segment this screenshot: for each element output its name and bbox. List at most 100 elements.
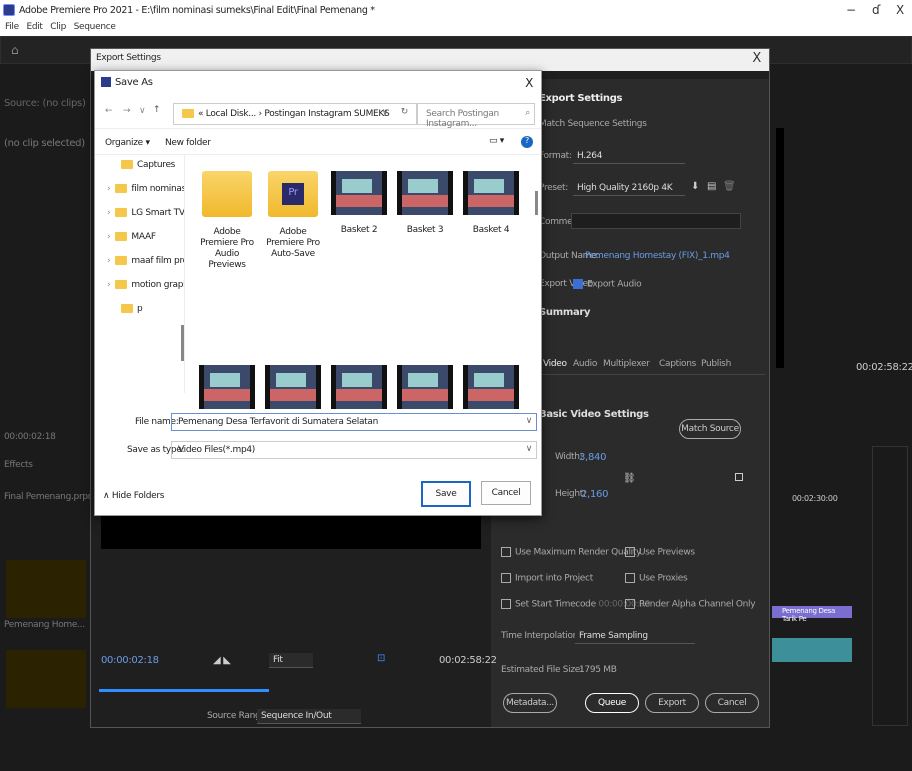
source-range-dropdown[interactable]: Sequence In/Out [257, 709, 361, 724]
tree-item-maaf[interactable]: › MAAF [95, 227, 184, 251]
tree-item-film-nominasi[interactable]: › film nominasi [95, 179, 184, 203]
menu-file[interactable]: File [5, 22, 19, 32]
height-value[interactable]: 2,160 [581, 489, 608, 500]
metadata-button[interactable]: Metadata... [503, 693, 557, 713]
chevron-up-icon: ∧ [103, 491, 112, 501]
history-chevron-icon[interactable]: ∨ [139, 106, 146, 116]
file-name-chevron-icon[interactable]: ∨ [526, 416, 533, 426]
new-folder-button[interactable]: New folder [165, 138, 211, 148]
safe-margins-icon[interactable]: ⊡ [377, 653, 385, 664]
match-sequence-checkbox[interactable]: Match Sequence Settings [539, 119, 647, 129]
match-source-button[interactable]: Match Source [679, 419, 741, 439]
video-item[interactable] [397, 365, 453, 419]
interpolation-dropdown[interactable]: Frame Sampling [575, 629, 695, 644]
width-value[interactable]: 3,840 [579, 452, 606, 463]
timeline-video-clip[interactable] [772, 638, 852, 662]
menu-clip[interactable]: Clip [50, 22, 66, 32]
up-icon[interactable]: ↑ [153, 105, 161, 115]
cancel-button[interactable]: Cancel [481, 481, 531, 505]
address-chevron-icon[interactable]: ∨ [382, 108, 389, 118]
preset-dropdown[interactable]: High Quality 2160p 4K [573, 181, 685, 196]
save-preset-icon[interactable]: ⬇ [691, 181, 699, 192]
effects-tab[interactable]: Effects [4, 460, 33, 470]
save-type-chevron-icon[interactable]: ∨ [526, 444, 533, 454]
tree-item-maaf-film[interactable]: › maaf film proc [95, 251, 184, 275]
video-item[interactable]: Basket 4 [463, 171, 519, 236]
folder-item[interactable]: Pr Adobe Premiere Pro Auto-Save [265, 171, 321, 260]
save-button[interactable]: Save [421, 481, 471, 507]
out-timecode: 00:02:58:22 [439, 655, 497, 666]
import-project-check[interactable] [501, 573, 511, 583]
export-tabs: Video Audio Multiplexer Captions Publish [535, 359, 765, 375]
view-options-icon[interactable]: ▭ ▾ [489, 136, 504, 146]
save-as-close-button[interactable]: X [525, 76, 533, 90]
close-button[interactable]: X [896, 3, 904, 17]
clip-thumbnail-2[interactable] [6, 650, 86, 708]
cancel-export-button[interactable]: Cancel [705, 693, 759, 713]
project-item[interactable]: Final Pemenang.prproj [4, 492, 99, 502]
search-box[interactable]: Search Postingan Instagram... ⌕ [417, 103, 535, 129]
minimize-button[interactable]: − [846, 3, 856, 17]
use-previews-check[interactable] [625, 547, 635, 557]
tree-item-p[interactable]: p [95, 299, 184, 323]
export-button[interactable]: Export [645, 693, 699, 713]
video-label: Basket 2 [340, 225, 378, 235]
help-icon[interactable]: ? [521, 136, 533, 148]
organize-button[interactable]: Organize ▾ [105, 138, 150, 148]
max-render-option: Use Maximum Render Quality [501, 547, 641, 558]
tree-item-lg-smart-tv[interactable]: › LG Smart TV [95, 203, 184, 227]
tree-item-captures[interactable]: Captures [95, 155, 184, 179]
alpha-check[interactable] [625, 599, 635, 609]
video-item[interactable] [331, 365, 387, 419]
video-item[interactable] [265, 365, 321, 419]
aspect-checkbox[interactable] [735, 473, 743, 481]
menu-sequence[interactable]: Sequence [74, 22, 116, 32]
forward-icon[interactable]: → [123, 106, 131, 116]
set-start-check[interactable] [501, 599, 511, 609]
folder-item[interactable]: Adobe Premiere Pro Audio Previews [199, 171, 255, 271]
source-range-bar[interactable] [99, 689, 269, 692]
folder-tree: Captures › film nominasi › LG Smart TV ›… [95, 155, 185, 393]
comments-field[interactable] [571, 213, 741, 229]
video-item[interactable] [199, 365, 255, 419]
export-audio-check[interactable] [573, 279, 583, 289]
video-item[interactable]: Basket 3 [397, 171, 453, 236]
refresh-icon[interactable]: ↻ [401, 107, 409, 117]
hide-folders-button[interactable]: ∧ Hide Folders [103, 491, 164, 501]
tab-captions[interactable]: Captions [659, 359, 696, 369]
tab-multiplexer[interactable]: Multiplexer [603, 359, 650, 369]
in-timecode[interactable]: 00:00:02:18 [101, 655, 159, 666]
clip-thumbnail[interactable] [6, 560, 86, 618]
import-preset-icon[interactable]: ▤ [707, 181, 716, 192]
output-name-link[interactable]: Pemenang Homestay (FIX)_1.mp4 [585, 251, 730, 261]
format-dropdown[interactable]: H.264 [573, 149, 685, 164]
address-bar[interactable]: « Local Disk... › Postingan Instagram SU… [173, 103, 417, 125]
source-panel-label: Source: (no clips) [4, 98, 86, 109]
tab-audio[interactable]: Audio [573, 359, 597, 369]
save-type-select[interactable]: Video Files(*.mp4) ∨ [171, 441, 537, 459]
tab-video[interactable]: Video [543, 359, 567, 369]
timeline-clip-label[interactable]: Pemenang Desa Tarik Pe [772, 606, 852, 623]
tab-publish[interactable]: Publish [701, 359, 731, 369]
grid-scrollbar[interactable] [535, 191, 538, 215]
file-name-input[interactable]: Pemenang Desa Terfavorit di Sumatera Sel… [171, 413, 537, 431]
max-render-check[interactable] [501, 547, 511, 557]
tree-scrollbar[interactable] [181, 325, 184, 361]
queue-button[interactable]: Queue [585, 693, 639, 713]
menu-edit[interactable]: Edit [26, 22, 43, 32]
tree-item-motion-graphics[interactable]: › motion graphi [95, 275, 184, 299]
search-icon: ⌕ [525, 108, 530, 118]
save-as-app-icon [101, 77, 111, 87]
back-icon[interactable]: ← [105, 106, 113, 116]
video-item[interactable] [463, 365, 519, 419]
delete-preset-icon[interactable]: 🗑 [723, 181, 736, 192]
link-icon[interactable]: ⛓ [623, 473, 636, 484]
maximize-button[interactable]: ɗ [872, 3, 880, 17]
set-in-out-icon[interactable]: ◢ ◣ [213, 655, 231, 666]
use-proxies-check[interactable] [625, 573, 635, 583]
video-item[interactable]: Basket 2 [331, 171, 387, 236]
home-icon[interactable]: ⌂ [11, 43, 19, 57]
export-close-button[interactable]: X [752, 51, 761, 66]
fit-dropdown[interactable]: Fit [269, 653, 313, 668]
search-placeholder: Search Postingan Instagram... [426, 109, 499, 129]
